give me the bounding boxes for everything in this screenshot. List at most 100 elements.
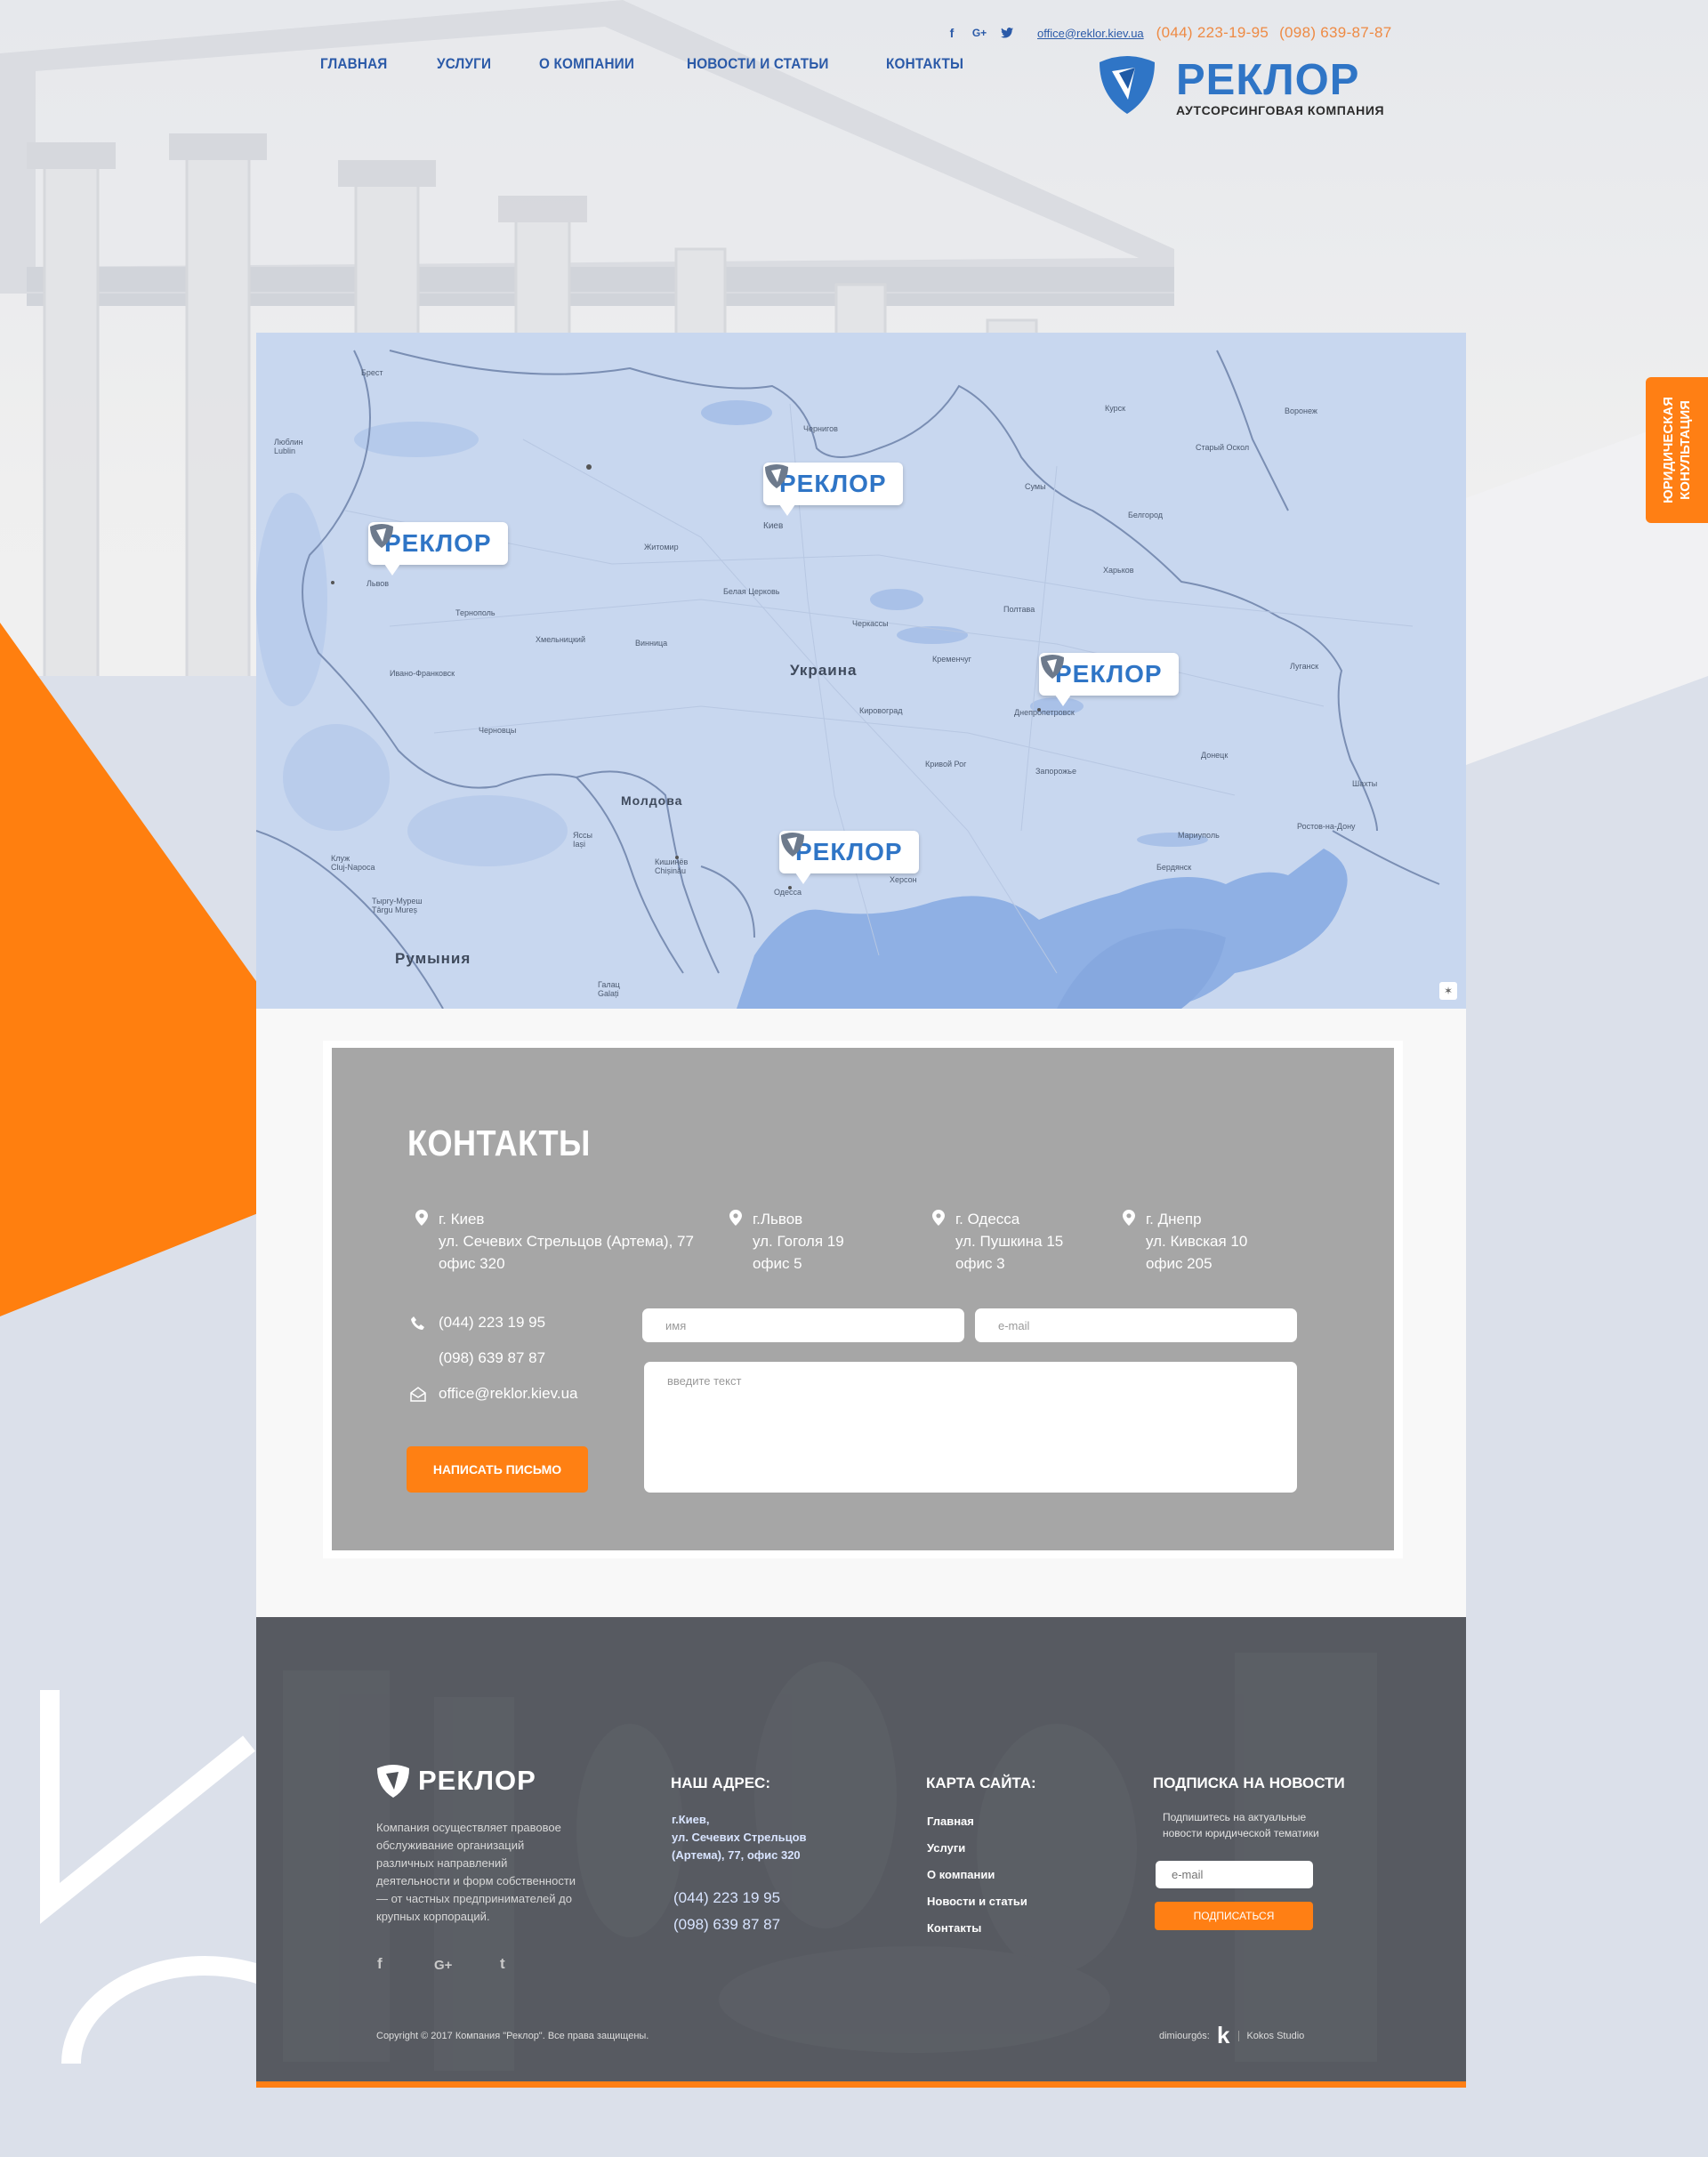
message-textarea[interactable]: [644, 1362, 1297, 1493]
map-city-label: Клуж Cluj-Napoca: [331, 854, 375, 872]
footer-subscribe-title: ПОДПИСКА НА НОВОСТИ: [1153, 1775, 1345, 1791]
map-city-label: Луганск: [1290, 662, 1319, 671]
header-phone-1[interactable]: (044) 223-19-95: [1156, 24, 1269, 42]
footer-link-contacts[interactable]: Контакты: [927, 1921, 981, 1935]
footer-phone-2[interactable]: (098) 639 87 87: [673, 1916, 780, 1934]
kokos-logo-icon: k: [1217, 2022, 1230, 2048]
footer-link-about[interactable]: О компании: [927, 1868, 995, 1881]
twitter-icon[interactable]: [1000, 26, 1014, 40]
google-plus-icon[interactable]: G+: [970, 26, 989, 40]
header-email-link[interactable]: office@reklor.kiev.ua: [1037, 27, 1144, 40]
map-pin-label: РЕКЛОР: [384, 529, 492, 557]
subscribe-button[interactable]: ПОДПИСАТЬСЯ: [1155, 1902, 1313, 1930]
map-city-label: Кишинёв Chișinău: [655, 857, 689, 875]
map-office-pin-kiev[interactable]: РЕКЛОР: [763, 463, 903, 516]
studio-name: Kokos Studio: [1238, 2030, 1304, 2041]
map-office-pin-lviv[interactable]: РЕКЛОР: [368, 522, 508, 575]
name-input[interactable]: [642, 1308, 964, 1342]
nav-home[interactable]: ГЛАВНАЯ: [320, 55, 387, 73]
logo-shield-icon: [1100, 56, 1155, 114]
address-city: г. Киев: [439, 1211, 485, 1227]
logo-shield-icon: [370, 524, 393, 548]
location-pin-icon: [729, 1210, 742, 1226]
footer-address-title: НАШ АДРЕС:: [671, 1775, 770, 1791]
offices-map[interactable]: Украина Молдова Румыния Люблин Lublin Бр…: [256, 333, 1466, 1009]
contacts-phone-1[interactable]: (044) 223 19 95: [439, 1314, 545, 1332]
map-city-label: Львов: [367, 579, 390, 588]
map-city-label: Житомир: [644, 543, 679, 551]
footer-address-line: ул. Сечевих Стрельцов: [672, 1831, 807, 1844]
footer-google-plus-icon[interactable]: G+: [434, 1958, 452, 1973]
footer-link-news[interactable]: Новости и статьи: [927, 1895, 1027, 1908]
nav-services[interactable]: УСЛУГИ: [437, 55, 491, 73]
map-city-label: Черкассы: [852, 619, 889, 628]
footer-address: г.Киев, ул. Сечевих Стрельцов (Артема), …: [672, 1811, 814, 1864]
footer-twitter-icon[interactable]: t: [500, 1955, 505, 1973]
footer-link-home[interactable]: Главная: [927, 1815, 974, 1828]
address-office: офис 5: [753, 1255, 802, 1272]
header-contacts-bar: f G+ office@reklor.kiev.ua (044) 223-19-…: [945, 23, 1403, 43]
map-country-label: Молдова: [621, 793, 683, 808]
map-city-label: Чернигов: [803, 424, 838, 433]
facebook-icon[interactable]: f: [945, 26, 959, 40]
contacts-phone-2[interactable]: (098) 639 87 87: [439, 1349, 545, 1367]
map-city-label: Белая Церковь: [723, 587, 780, 596]
address-street: ул. Гоголя 19: [753, 1233, 844, 1250]
map-city-label: Шахты: [1352, 779, 1378, 788]
map-city-label: Яссы Iași: [573, 831, 592, 849]
map-layer-button[interactable]: ✶: [1439, 982, 1457, 1000]
footer-facebook-icon[interactable]: f: [377, 1955, 383, 1973]
footer-accent-bar: [256, 2081, 1466, 2088]
map-city-label: Одесса: [774, 888, 802, 897]
address-kiev: г. Киев ул. Сечевих Стрельцов (Артема), …: [415, 1208, 694, 1275]
footer-link-services[interactable]: Услуги: [927, 1841, 965, 1855]
header-phone-2[interactable]: (098) 639-87-87: [1279, 24, 1391, 42]
footer-logo[interactable]: РЕКЛОР: [375, 1763, 553, 1799]
address-lviv: г.Львов ул. Гоголя 19 офис 5: [729, 1208, 844, 1275]
map-pin-label: РЕКЛОР: [795, 838, 903, 865]
map-office-pin-dnepr[interactable]: РЕКЛОР: [1039, 653, 1179, 706]
location-pin-icon: [1123, 1210, 1135, 1226]
address-odessa: г. Одесса ул. Пушкина 15 офис 3: [932, 1208, 1064, 1275]
address-city: г.Львов: [753, 1211, 803, 1227]
footer-sitemap-title: КАРТА САЙТА:: [926, 1775, 1036, 1791]
map-city-label: Тыргу-Муреш Târgu Mureș: [372, 897, 423, 914]
legal-consultation-label: ЮРИДИЧЕСКАЯ КОНУЛЬТАЦИЯ: [1661, 397, 1693, 503]
logo-shield-icon: [377, 1765, 409, 1798]
map-city-label: Ростов-на-Дону: [1297, 822, 1356, 831]
map-city-label: Черновцы: [479, 726, 517, 735]
subscribe-email-input[interactable]: [1156, 1861, 1313, 1888]
map-city-label: Харьков: [1103, 566, 1134, 575]
footer-address-line: (Артема), 77, офис 320: [672, 1848, 801, 1862]
nav-about[interactable]: О КОМПАНИИ: [539, 55, 634, 73]
logo-subtitle: АУТСОРСИНГОВАЯ КОМПАНИЯ: [1176, 103, 1385, 117]
address-street: ул. Сечевих Стрельцов (Артема), 77: [439, 1233, 694, 1250]
phone-icon: [411, 1316, 424, 1330]
legal-consultation-tab[interactable]: ЮРИДИЧЕСКАЯ КОНУЛЬТАЦИЯ: [1646, 377, 1708, 523]
email-input[interactable]: [975, 1308, 1297, 1342]
nav-contacts[interactable]: КОНТАКТЫ: [886, 55, 963, 73]
map-city-label: Галац Galați: [598, 980, 620, 998]
map-office-pin-odessa[interactable]: РЕКЛОР: [779, 831, 919, 884]
main-navigation: ГЛАВНАЯ УСЛУГИ О КОМПАНИИ НОВОСТИ И СТАТ…: [320, 55, 1014, 73]
footer-logo-wordmark: РЕКЛОР: [418, 1765, 536, 1796]
map-country-label: Украина: [790, 662, 858, 679]
developer-studio-logo[interactable]: k Kokos Studio: [1217, 2022, 1304, 2049]
footer-developer-label: dimiourgós:: [1159, 2031, 1210, 2041]
map-city-label: Херсон: [890, 875, 917, 884]
contacts-email[interactable]: office@reklor.kiev.ua: [439, 1385, 577, 1403]
map-city-label: Кривой Рог: [925, 760, 967, 769]
footer-phone-1[interactable]: (044) 223 19 95: [673, 1889, 780, 1907]
site-logo[interactable]: РЕКЛОР АУТСОРСИНГОВАЯ КОМПАНИЯ: [1096, 52, 1390, 119]
map-city-label: Донецк: [1201, 751, 1229, 760]
address-dnepr: г. Днепр ул. Кивская 10 офис 205: [1123, 1208, 1247, 1275]
nav-news[interactable]: НОВОСТИ И СТАТЬИ: [687, 55, 829, 73]
address-street: ул. Пушкина 15: [955, 1233, 1064, 1250]
map-city-label: Белгород: [1128, 511, 1164, 519]
map-city-label: Люблин Lublin: [274, 438, 303, 455]
write-letter-button[interactable]: НАПИСАТЬ ПИСЬМО: [407, 1446, 588, 1493]
logo-shield-icon: [781, 833, 804, 857]
map-city-label: Брест: [361, 368, 383, 377]
address-city: г. Одесса: [955, 1211, 1020, 1227]
map-city-label: Запорожье: [1035, 767, 1076, 776]
